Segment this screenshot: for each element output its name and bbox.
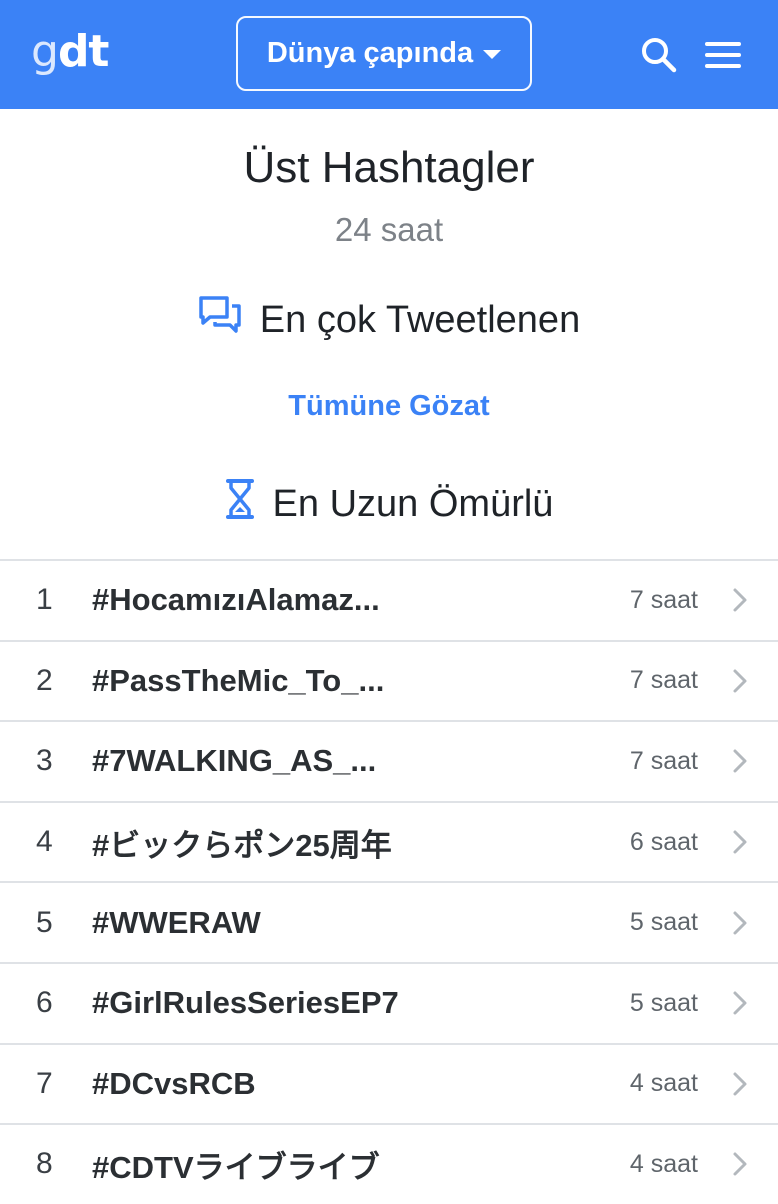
rank-number: 4	[36, 825, 53, 859]
gdt-logo[interactable]: gdt	[31, 24, 110, 80]
rank-number: 7	[36, 1066, 53, 1100]
rank-number: 8	[36, 1147, 53, 1181]
hashtag-text: #CDTVライブライブ	[92, 1149, 380, 1185]
list-item[interactable]: 5 #WWERAW 5 saat	[0, 881, 778, 962]
logo-g: g	[31, 26, 59, 77]
list-item[interactable]: 2 #PassTheMic_To_... 7 saat	[0, 639, 778, 721]
most-tweeted-label: En çok Tweetlenen	[259, 298, 581, 341]
duration-text: 7 saat	[629, 585, 698, 614]
hashtag-text: #7WALKING_AS_...	[92, 743, 377, 779]
chevron-right-icon	[732, 883, 748, 962]
duration-text: 4 saat	[629, 1149, 698, 1178]
page-title: Üst Hashtagler	[243, 143, 535, 192]
rank-number: 5	[36, 905, 53, 939]
chevron-right-icon	[732, 803, 748, 882]
chevron-right-icon	[732, 1045, 748, 1124]
duration-text: 6 saat	[629, 827, 698, 856]
region-label: Dünya çapında	[266, 37, 474, 69]
chevron-right-icon	[732, 642, 748, 721]
menu-icon[interactable]	[700, 34, 746, 76]
chevron-right-icon	[732, 1125, 748, 1204]
duration-text: 4 saat	[629, 1069, 698, 1098]
hashtag-text: #DCvsRCB	[92, 1065, 256, 1101]
chat-bubbles-icon	[198, 295, 242, 345]
hashtag-text: #WWERAW	[92, 904, 261, 940]
browse-all-link[interactable]: Tümüne Gözat	[0, 390, 778, 423]
rank-number: 3	[36, 744, 53, 778]
list-item[interactable]: 6 #GirlRulesSeriesEP7 5 saat	[0, 961, 778, 1043]
list-item[interactable]: 7 #DCvsRCB 4 saat	[0, 1042, 778, 1124]
region-dropdown-button[interactable]: Dünya çapında	[236, 16, 532, 91]
chevron-right-icon	[732, 964, 748, 1043]
time-range-subtitle: 24 saat	[334, 211, 444, 248]
longest-lived-label: En Uzun Ömürlü	[272, 482, 554, 525]
most-tweeted-heading: En çok Tweetlenen	[0, 292, 778, 348]
chevron-right-icon	[732, 561, 748, 640]
hourglass-icon	[225, 478, 255, 530]
hashtag-text: #HocamızıAlamaz...	[92, 582, 380, 618]
caret-down-icon	[483, 50, 502, 59]
hashtag-list: 1 #HocamızıAlamaz... 7 saat 2 #PassTheMi…	[0, 559, 778, 1204]
rank-number: 2	[36, 663, 53, 697]
list-item[interactable]: 8 #CDTVライブライブ 4 saat	[0, 1123, 778, 1204]
list-item[interactable]: 3 #7WALKING_AS_... 7 saat	[0, 720, 778, 801]
longest-lived-heading: En Uzun Ömürlü	[0, 476, 778, 532]
hashtag-text: #PassTheMic_To_...	[92, 662, 385, 698]
hashtag-text: #GirlRulesSeriesEP7	[92, 985, 399, 1021]
list-item[interactable]: 4 #ビックらポン25周年 6 saat	[0, 800, 778, 882]
top-navbar: gdt Dünya çapında	[0, 0, 778, 109]
duration-text: 7 saat	[629, 666, 698, 695]
list-item[interactable]: 1 #HocamızıAlamaz... 7 saat	[0, 559, 778, 640]
rank-number: 1	[36, 583, 53, 617]
duration-text: 5 saat	[629, 908, 698, 937]
logo-dt: dt	[57, 26, 110, 77]
duration-text: 5 saat	[629, 988, 698, 1017]
rank-number: 6	[36, 986, 53, 1020]
duration-text: 7 saat	[629, 746, 698, 775]
search-icon[interactable]	[636, 32, 682, 78]
hashtag-text: #ビックらポン25周年	[92, 827, 392, 863]
chevron-right-icon	[732, 722, 748, 801]
